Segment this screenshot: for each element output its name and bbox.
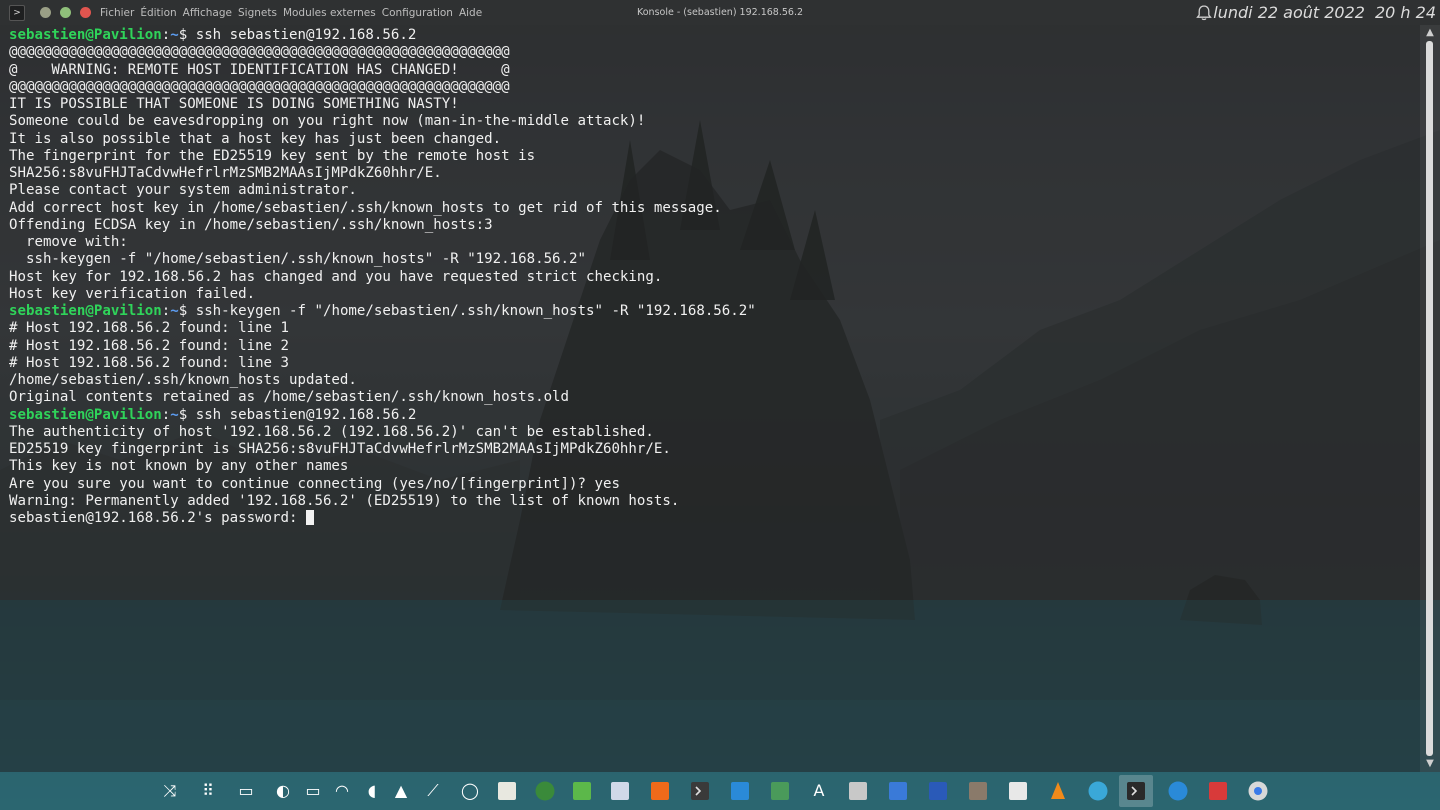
inkscape-icon[interactable] <box>1006 779 1030 803</box>
terminal-output-line: /home/sebastien/.ssh/known_hosts updated… <box>9 372 357 388</box>
menu-affichage[interactable]: Affichage <box>183 7 232 19</box>
calculator-icon[interactable] <box>846 779 870 803</box>
window-titlebar: > Fichier Édition Affichage Signets Modu… <box>0 0 1440 25</box>
terminal-output-line: IT IS POSSIBLE THAT SOMEONE IS DOING SOM… <box>9 96 459 112</box>
password-prompt: sebastien@192.168.56.2's password: <box>9 510 306 526</box>
terminal-output-line: Are you sure you want to continue connec… <box>9 475 620 492</box>
blue-folder-icon[interactable] <box>728 779 752 803</box>
vlc-icon[interactable] <box>1046 779 1070 803</box>
terminal-output-line: @ WARNING: REMOTE HOST IDENTIFICATION HA… <box>9 61 510 78</box>
terminal-output-line: remove with: <box>9 234 128 250</box>
globe-app-icon[interactable] <box>533 779 557 803</box>
prompt-user: sebastien@Pavilion <box>9 406 162 423</box>
menu-bar: Fichier Édition Affichage Signets Module… <box>100 0 488 25</box>
green-app-icon[interactable] <box>570 779 594 803</box>
close-button[interactable] <box>80 7 91 18</box>
terminal-prompt-line: sebastien@Pavilion:~$ ssh-keygen -f "/ho… <box>9 303 756 320</box>
terminal-output-line: The fingerprint for the ED25519 key sent… <box>9 147 536 164</box>
mail-icon[interactable] <box>1086 779 1110 803</box>
blue-tool-icon[interactable] <box>886 779 910 803</box>
prompt-user: sebastien@Pavilion <box>9 27 162 43</box>
word-processor-icon[interactable] <box>926 779 950 803</box>
chrome-icon[interactable] <box>1246 779 1270 803</box>
wifi-icon[interactable]: ◠ <box>330 779 354 803</box>
red-folder-icon[interactable] <box>1206 779 1230 803</box>
terminal-output-line: # Host 192.168.56.2 found: line 3 <box>9 354 290 371</box>
terminal-output-line: @@@@@@@@@@@@@@@@@@@@@@@@@@@@@@@@@@@@@@@@… <box>9 44 510 61</box>
prompt-path: ~ <box>170 406 179 423</box>
scroll-down-arrow-icon[interactable]: ▼ <box>1423 758 1437 770</box>
prompt-separator: : <box>161 303 171 319</box>
virtualbox-icon[interactable] <box>608 779 632 803</box>
terminal-output-line: @@@@@@@@@@@@@@@@@@@@@@@@@@@@@@@@@@@@@@@@… <box>9 78 510 95</box>
terminal-output-line: This key is not known by any other names <box>9 458 349 475</box>
kde-connect-icon[interactable]: ⤨ <box>158 779 182 803</box>
terminal-output-line: # Host 192.168.56.2 found: line 2 <box>9 337 290 354</box>
gimp-icon[interactable] <box>966 779 990 803</box>
clock[interactable]: lundi 22 août 2022 20 h 24 <box>1203 0 1436 25</box>
menu-modules-externes[interactable]: Modules externes <box>283 7 376 19</box>
prompt-separator: : <box>161 406 171 423</box>
terminal-view[interactable]: sebastien@Pavilion:~$ ssh sebastien@192.… <box>0 25 1420 772</box>
notes-icon[interactable] <box>495 779 519 803</box>
color-picker-icon[interactable]: ⟋ <box>421 779 445 803</box>
taskbar-dock: ⤨ ⠿ ▭ ◐ ▭ ◠ ◖ ▲ ⟋ ◯ A <box>0 773 1440 810</box>
scrollbar-thumb[interactable] <box>1426 41 1433 756</box>
prompt-command: $ ssh sebastien@192.168.56.2 <box>178 406 417 423</box>
terminal-output-line: ED25519 key fingerprint is SHA256:s8vuFH… <box>9 441 671 457</box>
terminal-output-line: Please contact your system administrator… <box>9 182 357 199</box>
menu-edition[interactable]: Édition <box>140 7 176 19</box>
battery-icon[interactable]: ▭ <box>301 779 325 803</box>
menu-aide[interactable]: Aide <box>459 7 482 19</box>
app-grid-icon[interactable]: ⠿ <box>196 779 220 803</box>
show-desktop-icon[interactable]: ▭ <box>234 779 258 803</box>
prompt-command: $ ssh sebastien@192.168.56.2 <box>178 27 417 43</box>
prompt-separator: : <box>161 27 171 43</box>
menu-configuration[interactable]: Configuration <box>382 7 453 19</box>
terminal-output-line: The authenticity of host '192.168.56.2 (… <box>9 423 654 440</box>
terminal-output-line: Host key verification failed. <box>9 285 256 302</box>
terminal-output-line: Someone could be eavesdropping on you ri… <box>9 113 646 130</box>
text-cursor[interactable] <box>305 510 314 525</box>
terminal-output-line: Original contents retained as /home/seba… <box>9 389 570 406</box>
konsole-icon[interactable] <box>1119 775 1153 807</box>
terminal-prompt-line: sebastien@Pavilion:~$ ssh sebastien@192.… <box>9 407 756 424</box>
prompt-user: sebastien@Pavilion <box>9 303 162 319</box>
terminal-output-line: SHA256:s8vuFHJTaCdvwHefrlrMzSMB2MAAsIjMP… <box>9 165 442 181</box>
menu-signets[interactable]: Signets <box>238 7 277 19</box>
prompt-path: ~ <box>170 27 179 43</box>
terminal-scrollbar[interactable]: ▲ ▼ <box>1420 25 1440 772</box>
password-prompt-line: sebastien@192.168.56.2's password: <box>9 510 756 527</box>
clock-date: lundi 22 août 2022 <box>1213 3 1365 22</box>
terminal-output-line: Host key for 192.168.56.2 has changed an… <box>9 268 663 285</box>
network-app-icon[interactable] <box>1166 779 1190 803</box>
bulb-icon[interactable]: ◐ <box>271 779 295 803</box>
terminal-output-line: Warning: Permanently added '192.168.56.2… <box>9 492 680 509</box>
terminal-output-line: ssh-keygen -f "/home/sebastien/.ssh/know… <box>9 251 586 268</box>
terminal-output[interactable]: sebastien@Pavilion:~$ ssh sebastien@192.… <box>9 27 756 527</box>
menu-fichier[interactable]: Fichier <box>100 7 134 19</box>
orange-app-icon[interactable] <box>648 779 672 803</box>
circle-launcher-icon[interactable]: ◯ <box>458 779 482 803</box>
terminal-output-line: It is also possible that a host key has … <box>9 130 502 147</box>
font-app-icon[interactable]: A <box>807 779 831 803</box>
prompt-path: ~ <box>170 303 179 319</box>
terminal-output-line: Add correct host key in /home/sebastien/… <box>9 199 722 216</box>
konsole-app-icon[interactable]: > <box>9 5 25 21</box>
scroll-up-arrow-icon[interactable]: ▲ <box>1423 27 1437 39</box>
system-monitor-icon[interactable] <box>768 779 792 803</box>
dark-terminal-app-icon[interactable] <box>688 779 712 803</box>
maximize-button[interactable] <box>60 7 71 18</box>
minimize-button[interactable] <box>40 7 51 18</box>
terminal-prompt-line: sebastien@Pavilion:~$ ssh sebastien@192.… <box>9 27 756 44</box>
prompt-command: $ ssh-keygen -f "/home/sebastien/.ssh/kn… <box>178 303 756 319</box>
clock-time: 20 h 24 <box>1374 3 1436 22</box>
terminal-output-line: Offending ECDSA key in /home/sebastien/.… <box>9 216 493 233</box>
terminal-output-line: # Host 192.168.56.2 found: line 1 <box>9 320 290 337</box>
tray-expand-icon[interactable]: ▲ <box>389 779 413 803</box>
volume-icon[interactable]: ◖ <box>360 779 384 803</box>
